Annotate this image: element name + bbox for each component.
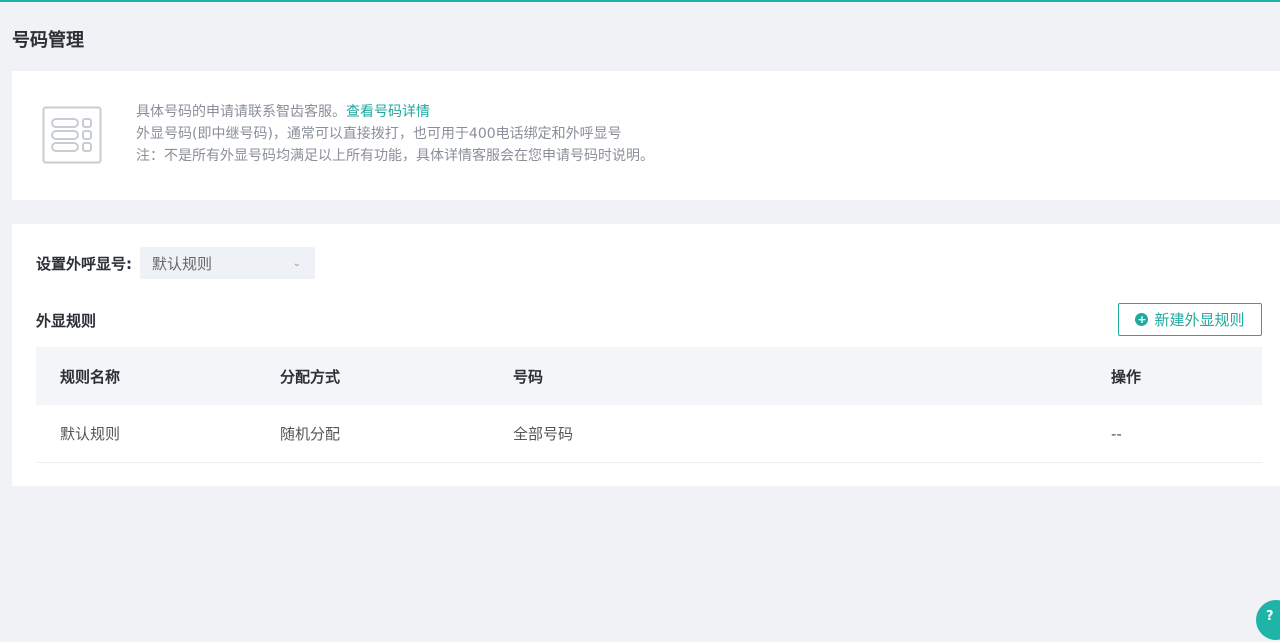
rules-table: 规则名称 分配方式 号码 操作 默认规则 随机分配 全部号码 --: [36, 347, 1262, 463]
info-line-1-text: 具体号码的申请请联系智齿客服。: [136, 104, 346, 120]
info-line-2: 外显号码(即中继号码)，通常可以直接拨打，也可用于400电话绑定和外呼显号: [136, 126, 622, 142]
plus-circle-icon: +: [1135, 313, 1149, 326]
info-line-3: 注：不是所有外显号码均满足以上所有功能，具体详情客服会在您申请号码时说明。: [136, 148, 654, 164]
info-line-1: 具体号码的申请请联系智齿客服。查看号码详情: [136, 101, 654, 123]
rules-card: 设置外呼显号: 默认规则 ⌄ 外显规则 + 新建外显规则 规则名称 分配方式 号…: [12, 224, 1280, 486]
view-number-details-link[interactable]: 查看号码详情: [346, 104, 430, 120]
column-header-allocation: 分配方式: [280, 367, 341, 386]
outbound-display-selected: 默认规则: [152, 254, 213, 273]
outbound-display-label: 设置外呼显号:: [36, 254, 132, 273]
cell-number: 全部号码: [513, 425, 574, 443]
column-header-actions: 操作: [1111, 367, 1142, 386]
table-header: 规则名称 分配方式 号码 操作: [36, 347, 1262, 405]
chevron-down-icon: ⌄: [292, 257, 301, 269]
top-accent-line: [0, 0, 1280, 2]
cell-allocation: 随机分配: [280, 425, 341, 443]
help-chat-button[interactable]: ?: [1256, 600, 1280, 640]
column-header-number: 号码: [513, 367, 544, 386]
cell-actions: --: [1111, 424, 1122, 443]
rules-section-title: 外显规则: [36, 312, 97, 330]
new-display-rule-label: 新建外显规则: [1154, 311, 1245, 329]
new-display-rule-button[interactable]: + 新建外显规则: [1118, 303, 1262, 336]
outbound-display-select[interactable]: 默认规则 ⌄: [140, 247, 315, 279]
table-row: 默认规则 随机分配 全部号码 --: [36, 405, 1262, 463]
page-title: 号码管理: [12, 30, 84, 51]
outbound-display-setting: 设置外呼显号: 默认规则 ⌄: [36, 247, 315, 279]
number-card-icon: [42, 106, 102, 164]
help-question-icon: ?: [1266, 609, 1274, 624]
info-card: 具体号码的申请请联系智齿客服。查看号码详情 外显号码(即中继号码)，通常可以直接…: [12, 71, 1280, 200]
cell-rule-name: 默认规则: [60, 425, 121, 443]
column-header-rule-name: 规则名称: [60, 367, 121, 386]
